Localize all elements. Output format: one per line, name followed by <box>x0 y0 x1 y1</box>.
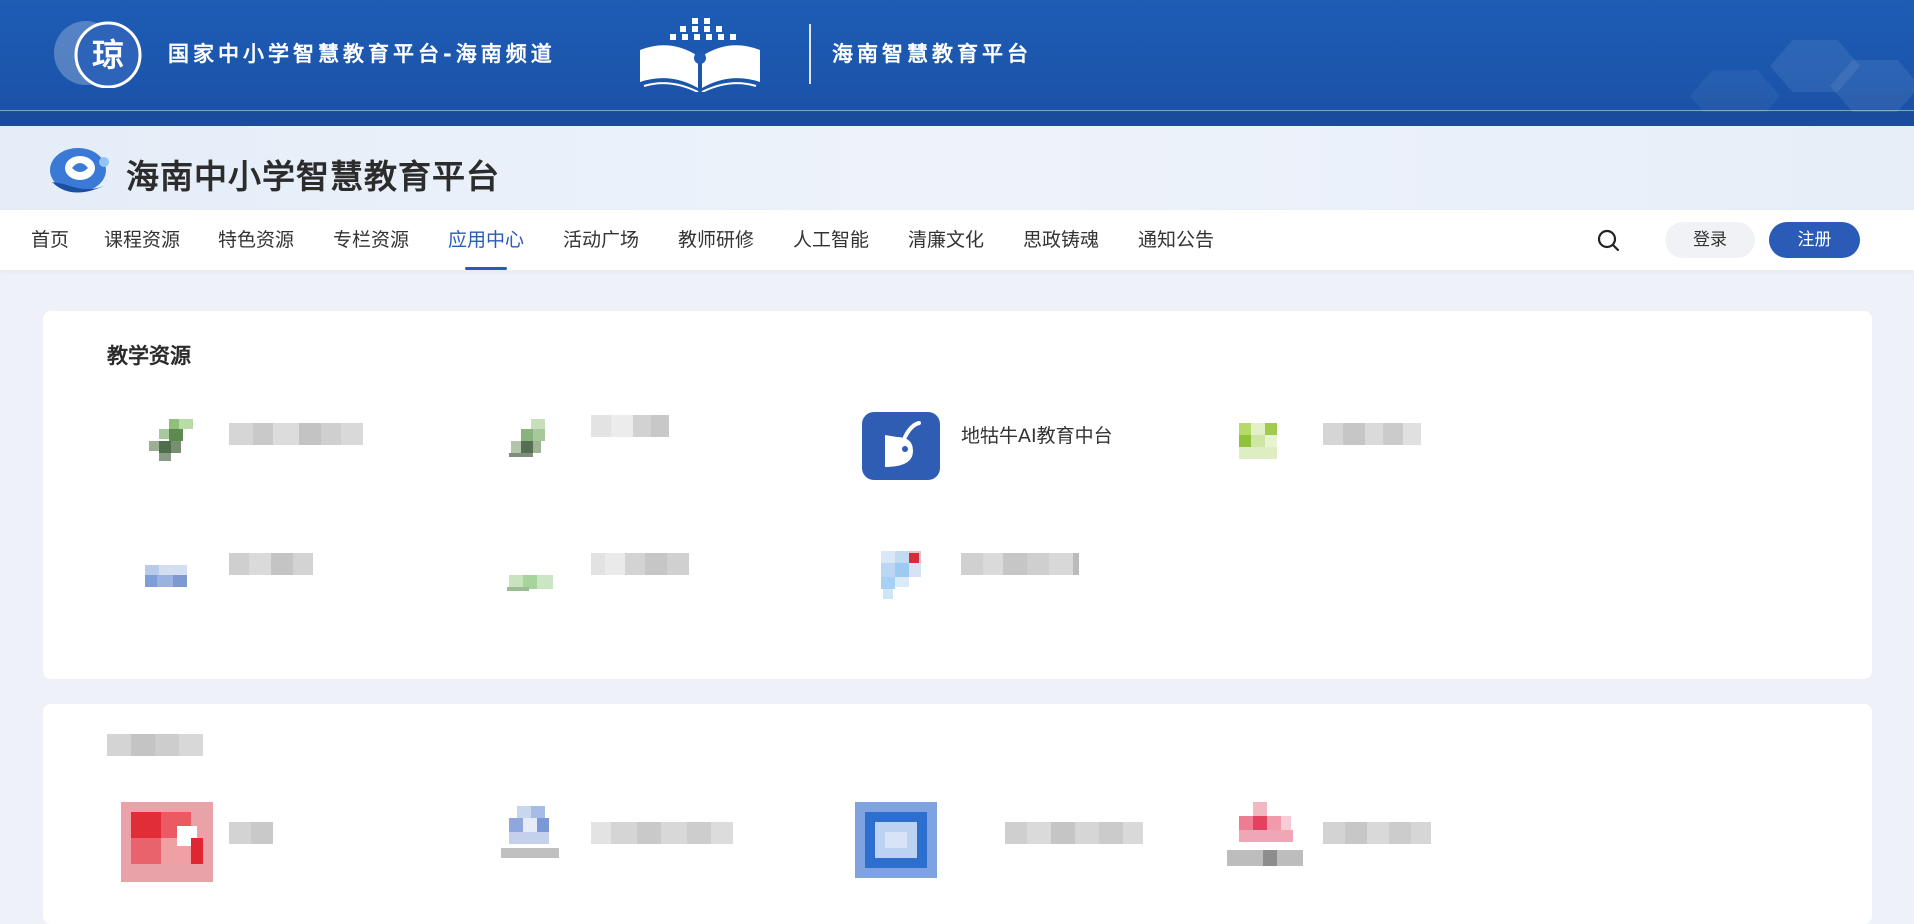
nav-item-app-center[interactable]: 应用中心 <box>448 210 524 270</box>
app-tile[interactable] <box>861 541 1161 621</box>
blurred-lightblue-icon <box>861 541 941 611</box>
blurred-blue-icon <box>491 798 571 878</box>
nav-item-teacher-training[interactable]: 教师研修 <box>678 210 754 270</box>
nav-item-notices[interactable]: 通知公告 <box>1138 210 1214 270</box>
site-header: 海南中小学智慧教育平台 <box>0 126 1914 210</box>
app-tile[interactable] <box>491 798 791 888</box>
section-title: 教学资源 <box>107 344 191 368</box>
banner-line <box>0 110 1914 111</box>
blurred-app-label <box>591 553 689 575</box>
snail-app-icon <box>862 412 940 480</box>
blurred-app-label <box>961 553 1079 575</box>
app-tile[interactable] <box>491 411 771 491</box>
qiong-logo-icon[interactable]: 琼 <box>54 20 148 88</box>
nav-item-course-resources[interactable]: 课程资源 <box>104 210 180 270</box>
blurred-section-title <box>107 734 203 756</box>
top-banner: 琼 国家中小学智慧教育平台-海南频道 海南智慧教育平台 <box>0 0 1914 126</box>
nav-item-home[interactable]: 首页 <box>31 210 69 270</box>
blurred-app-label <box>1323 822 1431 844</box>
blurred-app-label <box>1005 822 1143 844</box>
app-tile-digu-ai[interactable]: 地牯牛AI教育中台 <box>861 411 1161 491</box>
nav-item-featured-resources[interactable]: 特色资源 <box>218 210 294 270</box>
search-icon[interactable] <box>1596 228 1622 254</box>
nav-item-ideology[interactable]: 思政铸魂 <box>1023 210 1099 270</box>
app-tile[interactable] <box>1223 798 1523 888</box>
hainan-platform-title[interactable]: 海南智慧教育平台 <box>832 38 1032 68</box>
blurred-pink-icon <box>1223 798 1313 888</box>
blurred-blue-square-icon <box>851 798 941 888</box>
blurred-app-label <box>229 553 313 575</box>
nav-item-integrity-culture[interactable]: 清廉文化 <box>908 210 984 270</box>
app-tile[interactable] <box>129 541 409 621</box>
header-divider <box>809 24 811 84</box>
blurred-green-icon <box>129 411 209 481</box>
national-platform-title[interactable]: 国家中小学智慧教育平台-海南频道 <box>168 38 556 68</box>
apps-card <box>43 704 1872 924</box>
cloud-logo-icon[interactable] <box>42 144 118 200</box>
blurred-app-label <box>229 423 363 445</box>
blurred-red-icon <box>117 798 217 888</box>
register-button[interactable]: 注册 <box>1769 222 1860 258</box>
teaching-resources-card: 教学资源 地牯牛AI教育中台 <box>43 311 1872 679</box>
banner-bottom-strip <box>0 112 1914 126</box>
app-tile[interactable] <box>1223 411 1503 491</box>
app-tile[interactable] <box>851 798 1171 888</box>
nav-item-activity-square[interactable]: 活动广场 <box>563 210 639 270</box>
blurred-green-icon <box>491 411 571 481</box>
blurred-lime-icon <box>1223 411 1303 481</box>
main-nav: 首页 课程资源 特色资源 专栏资源 应用中心 活动广场 教师研修 人工智能 清廉… <box>0 210 1914 270</box>
open-book-logo-icon <box>640 18 760 92</box>
nav-item-column-resources[interactable]: 专栏资源 <box>333 210 409 270</box>
blurred-blue-icon <box>129 541 209 611</box>
nav-item-ai[interactable]: 人工智能 <box>793 210 869 270</box>
blurred-app-label <box>229 822 273 844</box>
site-title[interactable]: 海南中小学智慧教育平台 <box>126 150 500 198</box>
login-button[interactable]: 登录 <box>1665 222 1755 258</box>
logo-char: 琼 <box>92 36 124 74</box>
blurred-green-icon <box>491 541 571 611</box>
blurred-app-label <box>1323 423 1421 445</box>
app-label: 地牯牛AI教育中台 <box>961 425 1113 447</box>
app-tile[interactable] <box>117 798 397 888</box>
app-tile[interactable] <box>129 411 409 491</box>
blurred-app-label <box>591 822 733 844</box>
app-tile[interactable] <box>491 541 771 621</box>
blurred-app-label <box>591 415 669 437</box>
